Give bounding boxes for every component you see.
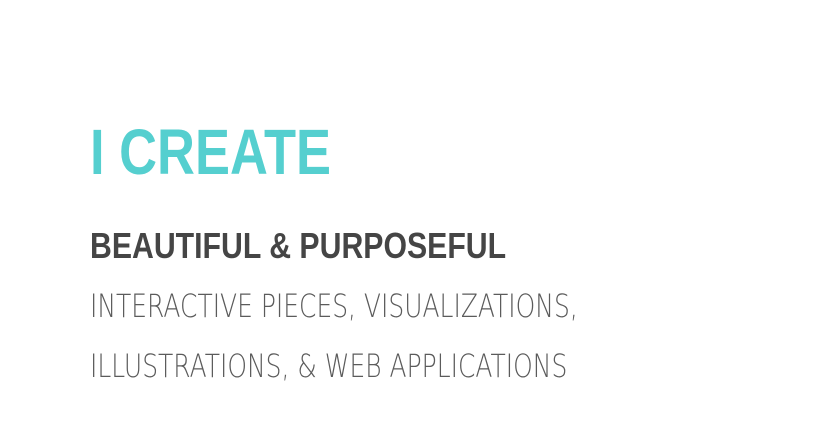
- hero-headline: I CREATE: [90, 116, 332, 188]
- hero-subheadline: BEAUTIFUL & PURPOSEFUL: [90, 225, 507, 266]
- hero-description-line-1: INTERACTIVE PIECES, VISUALIZATIONS,: [90, 287, 578, 325]
- hero-description-line-2: ILLUSTRATIONS, & WEB APPLICATIONS: [90, 347, 568, 385]
- hero-section: I CREATE BEAUTIFUL & PURPOSEFUL INTERACT…: [90, 120, 810, 400]
